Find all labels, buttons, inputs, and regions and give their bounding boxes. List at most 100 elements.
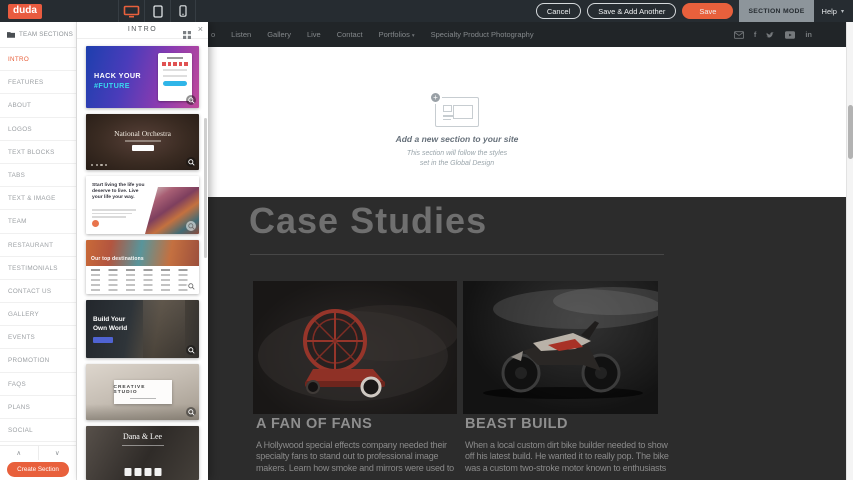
panel-scrollbar[interactable] [204, 118, 207, 258]
sidebar-item-faqs[interactable]: FAQS [0, 373, 76, 396]
panel-header: INTRO × [77, 22, 208, 39]
nav-item-specialty-product-photography[interactable]: Specialty Product Photography [431, 30, 534, 39]
cancel-button[interactable]: Cancel [536, 3, 581, 19]
thumb-heading: Dana & Lee [86, 432, 199, 441]
email-icon[interactable] [734, 31, 744, 39]
sidebar-item-contact-us[interactable]: CONTACT US [0, 280, 76, 303]
plus-icon: + [429, 91, 442, 104]
twitter-icon[interactable] [766, 31, 775, 39]
case-study-image-fan [253, 281, 457, 414]
countdown-preview [124, 468, 161, 476]
zoom-preview-icon[interactable] [186, 281, 196, 291]
tablet-device-button[interactable] [144, 0, 170, 22]
section-mode-badge[interactable]: SECTION MODE [739, 0, 813, 22]
sidebar-item-text-image[interactable]: TEXT & IMAGE [0, 187, 76, 210]
thumb-heading: Own World [93, 325, 127, 332]
thumb-heading: CREATIVE STUDIO [114, 385, 172, 395]
template-thumb-hack-your-future[interactable]: HACK YOUR #FUTURE [86, 46, 199, 108]
nav-item-listen[interactable]: Listen [231, 30, 251, 39]
sidebar-item-events[interactable]: EVENTS [0, 326, 76, 349]
editor-topbar: duda Cancel Save & Add [0, 0, 853, 22]
thumb-button [93, 337, 113, 343]
topbar-actions: Cancel Save & Add Another Save SECTION M… [536, 0, 853, 22]
thumb-table-preview [91, 269, 194, 294]
site-navbar: o Listen Gallery Live Contact Portfolios… [208, 22, 846, 47]
desktop-device-button[interactable] [118, 0, 144, 22]
sidebar-item-text-blocks[interactable]: TEXT BLOCKS [0, 141, 76, 164]
thumb-heading: #FUTURE [94, 81, 130, 90]
thumb-card: CREATIVE STUDIO [114, 380, 172, 404]
case-study-image-bike [463, 281, 658, 414]
thumb-photo [86, 240, 199, 266]
thumb-heading: National Orchestra [86, 129, 199, 138]
duda-logo[interactable]: duda [8, 4, 42, 19]
duda-editor: duda Cancel Save & Add [0, 0, 853, 480]
template-thumb-build-your-own-world[interactable]: Build Your Own World [86, 300, 199, 358]
mobile-icon [179, 5, 187, 17]
sidebar-item-about[interactable]: ABOUT [0, 94, 76, 117]
save-add-another-button[interactable]: Save & Add Another [587, 3, 676, 19]
scrollbar-thumb[interactable] [848, 105, 853, 159]
device-switcher [118, 0, 196, 22]
thumb-button [132, 145, 154, 151]
folder-icon [7, 31, 15, 38]
template-thumb-creative-studio[interactable]: CREATIVE STUDIO [86, 364, 199, 420]
add-section-subtitle: This section will follow the styles set … [387, 149, 527, 168]
thumb-heading: HACK YOUR [94, 71, 141, 80]
nav-item-live[interactable]: Live [307, 30, 321, 39]
template-thumb-top-destinations[interactable]: Our top destinations [86, 240, 199, 294]
nav-item-contact[interactable]: Contact [337, 30, 363, 39]
zoom-preview-icon[interactable] [186, 407, 196, 417]
social-links: f in [734, 22, 812, 47]
sidebar-item-social[interactable]: SOCIAL [0, 419, 76, 442]
sidebar-item-team[interactable]: TEAM [0, 210, 76, 233]
thumb-heading: Build Your [93, 316, 125, 323]
add-section-placeholder: + Add a new section to your site This se… [387, 97, 527, 168]
template-thumb-live-your-way[interactable]: Start living the life you deserve to liv… [86, 176, 199, 234]
sidebar-header-label: TEAM SECTIONS [19, 31, 73, 38]
sidebar-item-gallery[interactable]: GALLERY [0, 303, 76, 326]
nav-item-portfolios[interactable]: Portfolios▾ [379, 30, 415, 39]
sidebar-item-testimonials[interactable]: TESTIMONIALS [0, 257, 76, 280]
scroll-down-button[interactable]: ∨ [38, 446, 77, 460]
zoom-preview-icon[interactable] [186, 95, 196, 105]
case-study-title: BEAST BUILD [465, 416, 568, 432]
zoom-preview-icon[interactable] [186, 221, 196, 231]
thumb-button [92, 220, 99, 227]
youtube-icon[interactable] [785, 31, 795, 39]
facebook-icon[interactable]: f [754, 30, 757, 39]
create-section-button[interactable]: Create Section [7, 462, 69, 477]
zoom-preview-icon[interactable] [186, 345, 196, 355]
sidebar-item-features[interactable]: FEATURES [0, 71, 76, 94]
chevron-down-icon: ▾ [412, 33, 415, 39]
case-studies-section: Case Studies [208, 197, 846, 480]
sidebar-item-restaurant[interactable]: RESTAURANT [0, 234, 76, 257]
mobile-device-button[interactable] [170, 0, 196, 22]
template-thumb-dana-and-lee[interactable]: Dana & Lee [86, 426, 199, 480]
sidebar-item-plans[interactable]: PLANS [0, 396, 76, 419]
chevron-down-icon: ▾ [841, 8, 844, 15]
sidebar-item-promotion[interactable]: PROMOTION [0, 349, 76, 372]
save-button[interactable]: Save [682, 3, 733, 19]
close-icon[interactable]: × [198, 24, 203, 34]
sidebar-item-tabs[interactable]: TABS [0, 164, 76, 187]
help-menu[interactable]: Help ▾ [822, 7, 844, 16]
signup-form-preview [158, 53, 192, 101]
page-scrollbar[interactable] [846, 22, 853, 480]
scroll-up-button[interactable]: ∧ [0, 446, 38, 460]
thumb-heading: Our top destinations [91, 256, 144, 262]
sidebar-pager: ∧ ∨ [0, 445, 76, 460]
sidebar-item-intro[interactable]: INTRO [0, 48, 76, 71]
nav-item-gallery[interactable]: Gallery [267, 30, 291, 39]
add-section-title: Add a new section to your site [387, 134, 527, 144]
linkedin-icon[interactable]: in [805, 30, 812, 39]
section-categories-sidebar: TEAM SECTIONS INTRO FEATURES ABOUT LOGOS… [0, 22, 77, 480]
thumbnail-list: HACK YOUR #FUTURE National Orchestra [77, 39, 208, 480]
case-study-title: A FAN OF FANS [256, 416, 372, 432]
thumb-heading: Start living the life you deserve to liv… [92, 183, 150, 201]
sidebar-item-logos[interactable]: LOGOS [0, 118, 76, 141]
add-section-dropzone[interactable]: + Add a new section to your site This se… [208, 47, 846, 197]
template-thumb-national-orchestra[interactable]: National Orchestra [86, 114, 199, 170]
zoom-preview-icon[interactable] [186, 157, 196, 167]
nav-item-clipped[interactable]: o [211, 30, 215, 39]
